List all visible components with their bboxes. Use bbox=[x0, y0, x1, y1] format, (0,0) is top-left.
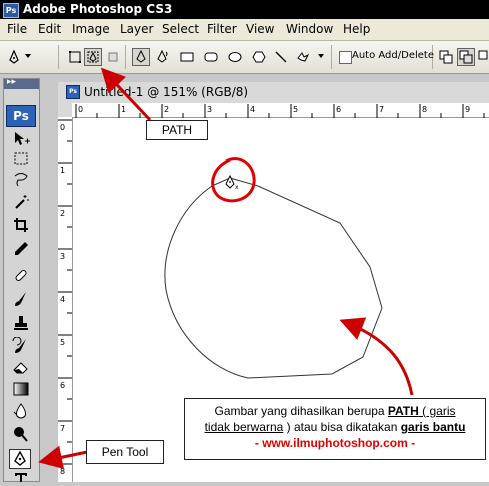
description-bold-keyword: garis bantu bbox=[400, 420, 466, 434]
description-line-2: tidak berwarna ) atau bisa dikatakan gar… bbox=[185, 419, 485, 435]
description-callout: Gambar yang dihasilkan berupa PATH ( gar… bbox=[184, 398, 486, 460]
arrow-to-paths-button bbox=[100, 67, 152, 122]
pen-tool-callout: Pen Tool bbox=[86, 440, 164, 464]
description-path-keyword: PATH bbox=[387, 404, 419, 418]
website-link[interactable]: - www.ilmuphotoshop.com - bbox=[185, 435, 485, 451]
description-line-1: Gambar yang dihasilkan berupa PATH ( gar… bbox=[185, 403, 485, 419]
arrow-to-path-shape bbox=[339, 317, 414, 396]
description-text: ( garis bbox=[418, 404, 456, 418]
description-text: ) atau bisa dikatakan bbox=[283, 420, 401, 434]
description-text: tidak berwarna bbox=[204, 420, 284, 434]
svg-text:x: x bbox=[235, 184, 239, 191]
description-text: Gambar yang dihasilkan berupa bbox=[214, 404, 388, 418]
path-callout: PATH bbox=[146, 120, 208, 140]
work-path bbox=[164, 177, 383, 379]
highlight-circle bbox=[211, 157, 256, 203]
arrow-to-pen-tool bbox=[38, 445, 93, 470]
